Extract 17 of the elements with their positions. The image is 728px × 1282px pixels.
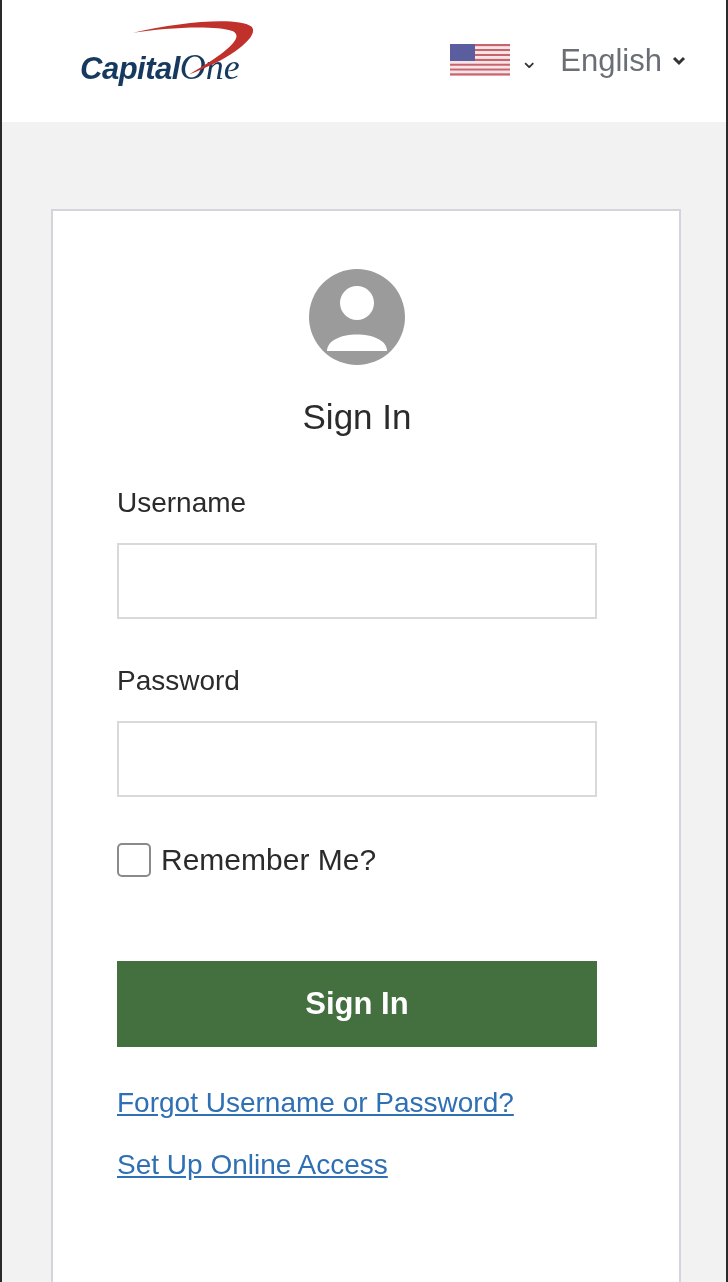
link[interactable]: Set Up Online Access [117,1149,388,1181]
field-label: Password [117,665,241,697]
checkbox[interactable] [117,843,151,877]
caret-icon: ⌄ [520,48,539,74]
input-field[interactable] [117,543,597,619]
avatar-icon [309,269,405,365]
input-field[interactable] [117,721,597,797]
field-label: Username [117,487,248,519]
country-selector[interactable]: ⌄ [450,44,539,78]
link[interactable]: Forgot Username or Password? [117,1087,514,1119]
logo-text: Capital [80,51,180,87]
flag-icon [450,44,511,78]
caret-icon [672,56,686,66]
language-selector[interactable]: English [560,43,686,79]
sign-in-title: Sign In [302,397,412,437]
checkbox-label: Remember Me? [161,843,377,877]
sign-in-button[interactable]: Sign In [117,961,597,1047]
